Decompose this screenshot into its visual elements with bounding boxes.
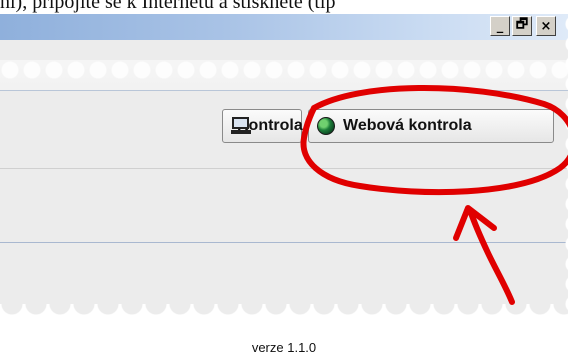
web-kontrola-label: Webová kontrola [343,117,472,134]
bottom-torn-edge [0,304,568,334]
torn-overlay [0,60,568,94]
globe-icon [317,117,335,135]
screenshot-clip: ní), připojíte se k Internetu a stisknět… [0,0,568,325]
minimize-button[interactable]: _ [490,16,510,36]
web-kontrola-button[interactable]: Webová kontrola [308,109,554,143]
kontrola-button[interactable]: Kontrola [222,109,303,143]
close-button[interactable]: × [536,16,556,36]
version-label: verze 1.1.0 [251,340,317,355]
right-torn-edge [560,14,568,325]
toolbar: Kontrola Webová kontrola [0,90,568,169]
maximize-button[interactable]: 🗗 [512,16,532,36]
window-titlebar: _ 🗗 × [0,14,568,40]
page-caption-fragment: ní), připojíte se k Internetu a stisknět… [0,0,568,14]
screenshot-stage: ní), připojíte se k Internetu a stisknět… [0,0,568,363]
content-area [0,168,568,241]
